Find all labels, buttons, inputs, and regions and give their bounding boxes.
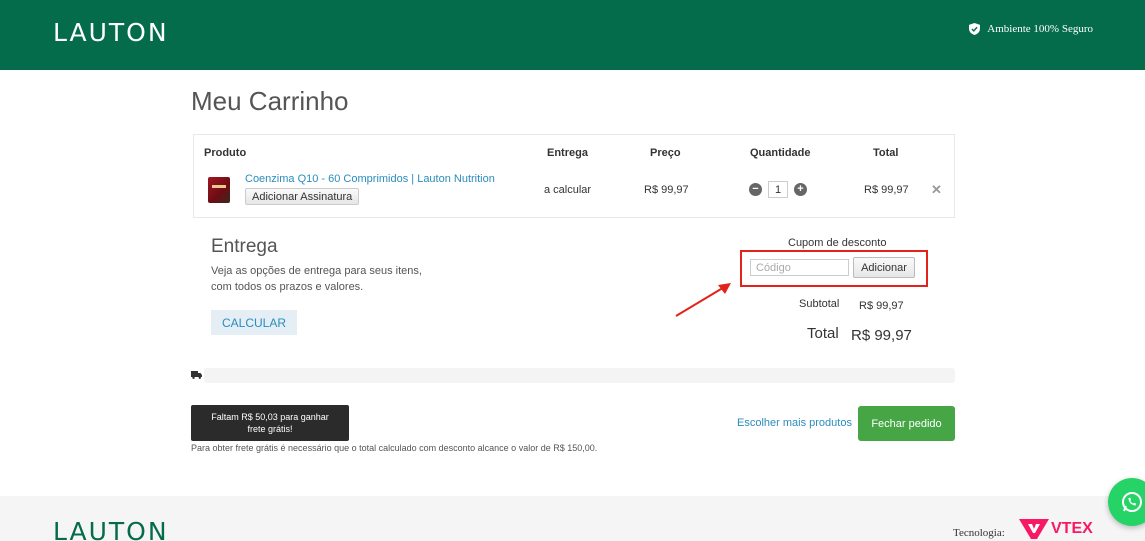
annotation-arrow-icon	[675, 283, 731, 317]
subtotal-label: Subtotal	[799, 298, 840, 310]
add-coupon-button[interactable]: Adicionar	[853, 257, 915, 278]
secure-text: Ambiente 100% Seguro	[987, 23, 1093, 35]
choose-more-products-link[interactable]: Escolher mais produtos	[737, 417, 852, 429]
tech-label: Tecnologia:	[953, 527, 1005, 539]
item-delivery: a calcular	[544, 184, 592, 196]
quantity-input[interactable]	[768, 181, 788, 198]
add-subscription-button[interactable]: Adicionar Assinatura	[245, 188, 360, 205]
vtex-triangle-icon	[1019, 519, 1049, 539]
whatsapp-icon	[1122, 492, 1142, 512]
site-header: LAUTON Ambiente 100% Seguro	[0, 0, 1145, 70]
free-shipping-badge: Faltam R$ 50,03 para ganhar frete grátis…	[191, 405, 349, 441]
subtotal-value: R$ 99,97	[859, 300, 904, 312]
product-name-link[interactable]: Coenzima Q10 - 60 Comprimidos | Lauton N…	[245, 173, 495, 185]
total-value: R$ 99,97	[851, 327, 912, 344]
secure-badge: Ambiente 100% Seguro	[969, 23, 1093, 35]
cart-table: Produto Entrega Preço Quantidade Total C…	[193, 134, 955, 218]
plus-circle-icon[interactable]: +	[794, 183, 807, 196]
column-header-total: Total	[873, 147, 899, 159]
checkout-button[interactable]: Fechar pedido	[858, 406, 955, 441]
product-thumbnail[interactable]	[208, 177, 230, 203]
site-footer: LAUTON Tecnologia: VTEX	[0, 496, 1145, 541]
free-shipping-note: Para obter frete grátis é necessário que…	[191, 443, 598, 453]
calculate-shipping-button[interactable]: CALCULAR	[211, 310, 297, 335]
column-header-product: Produto	[204, 147, 247, 159]
minus-circle-icon[interactable]: −	[749, 183, 762, 196]
coupon-code-input[interactable]	[750, 259, 849, 276]
vtex-logo[interactable]: VTEX	[1019, 519, 1093, 539]
shield-check-icon	[969, 23, 981, 35]
page-title: Meu Carrinho	[191, 86, 349, 116]
free-shipping-progress-bar	[204, 368, 955, 383]
total-label: Total	[807, 325, 839, 342]
coupon-label: Cupom de desconto	[788, 237, 887, 249]
truck-icon	[191, 371, 202, 379]
item-total: R$ 99,97	[864, 184, 909, 196]
site-logo[interactable]: LAUTON	[53, 18, 169, 47]
column-header-delivery: Entrega	[547, 147, 588, 159]
shipping-description: Veja as opções de entrega para seus iten…	[211, 265, 422, 293]
remove-item-icon[interactable]: ✕	[931, 182, 942, 198]
item-price: R$ 99,97	[644, 184, 689, 196]
footer-logo[interactable]: LAUTON	[53, 517, 169, 541]
quantity-stepper: − +	[749, 181, 807, 198]
column-header-price: Preço	[650, 147, 681, 159]
shipping-title: Entrega	[211, 236, 278, 257]
vtex-text: VTEX	[1051, 520, 1093, 537]
column-header-quantity: Quantidade	[750, 147, 811, 159]
